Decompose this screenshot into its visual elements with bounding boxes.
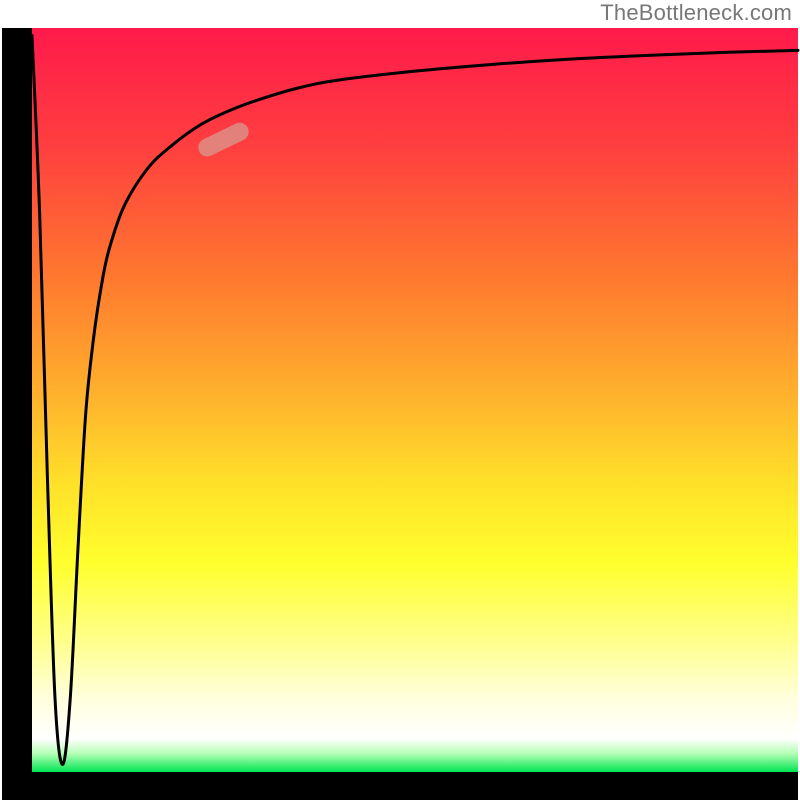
bottleneck-chart [0,0,800,800]
x-axis [2,772,798,800]
plot-background [32,28,798,772]
chart-root: TheBottleneck.com [0,0,800,800]
y-axis [2,28,32,800]
watermark-text: TheBottleneck.com [600,0,792,26]
